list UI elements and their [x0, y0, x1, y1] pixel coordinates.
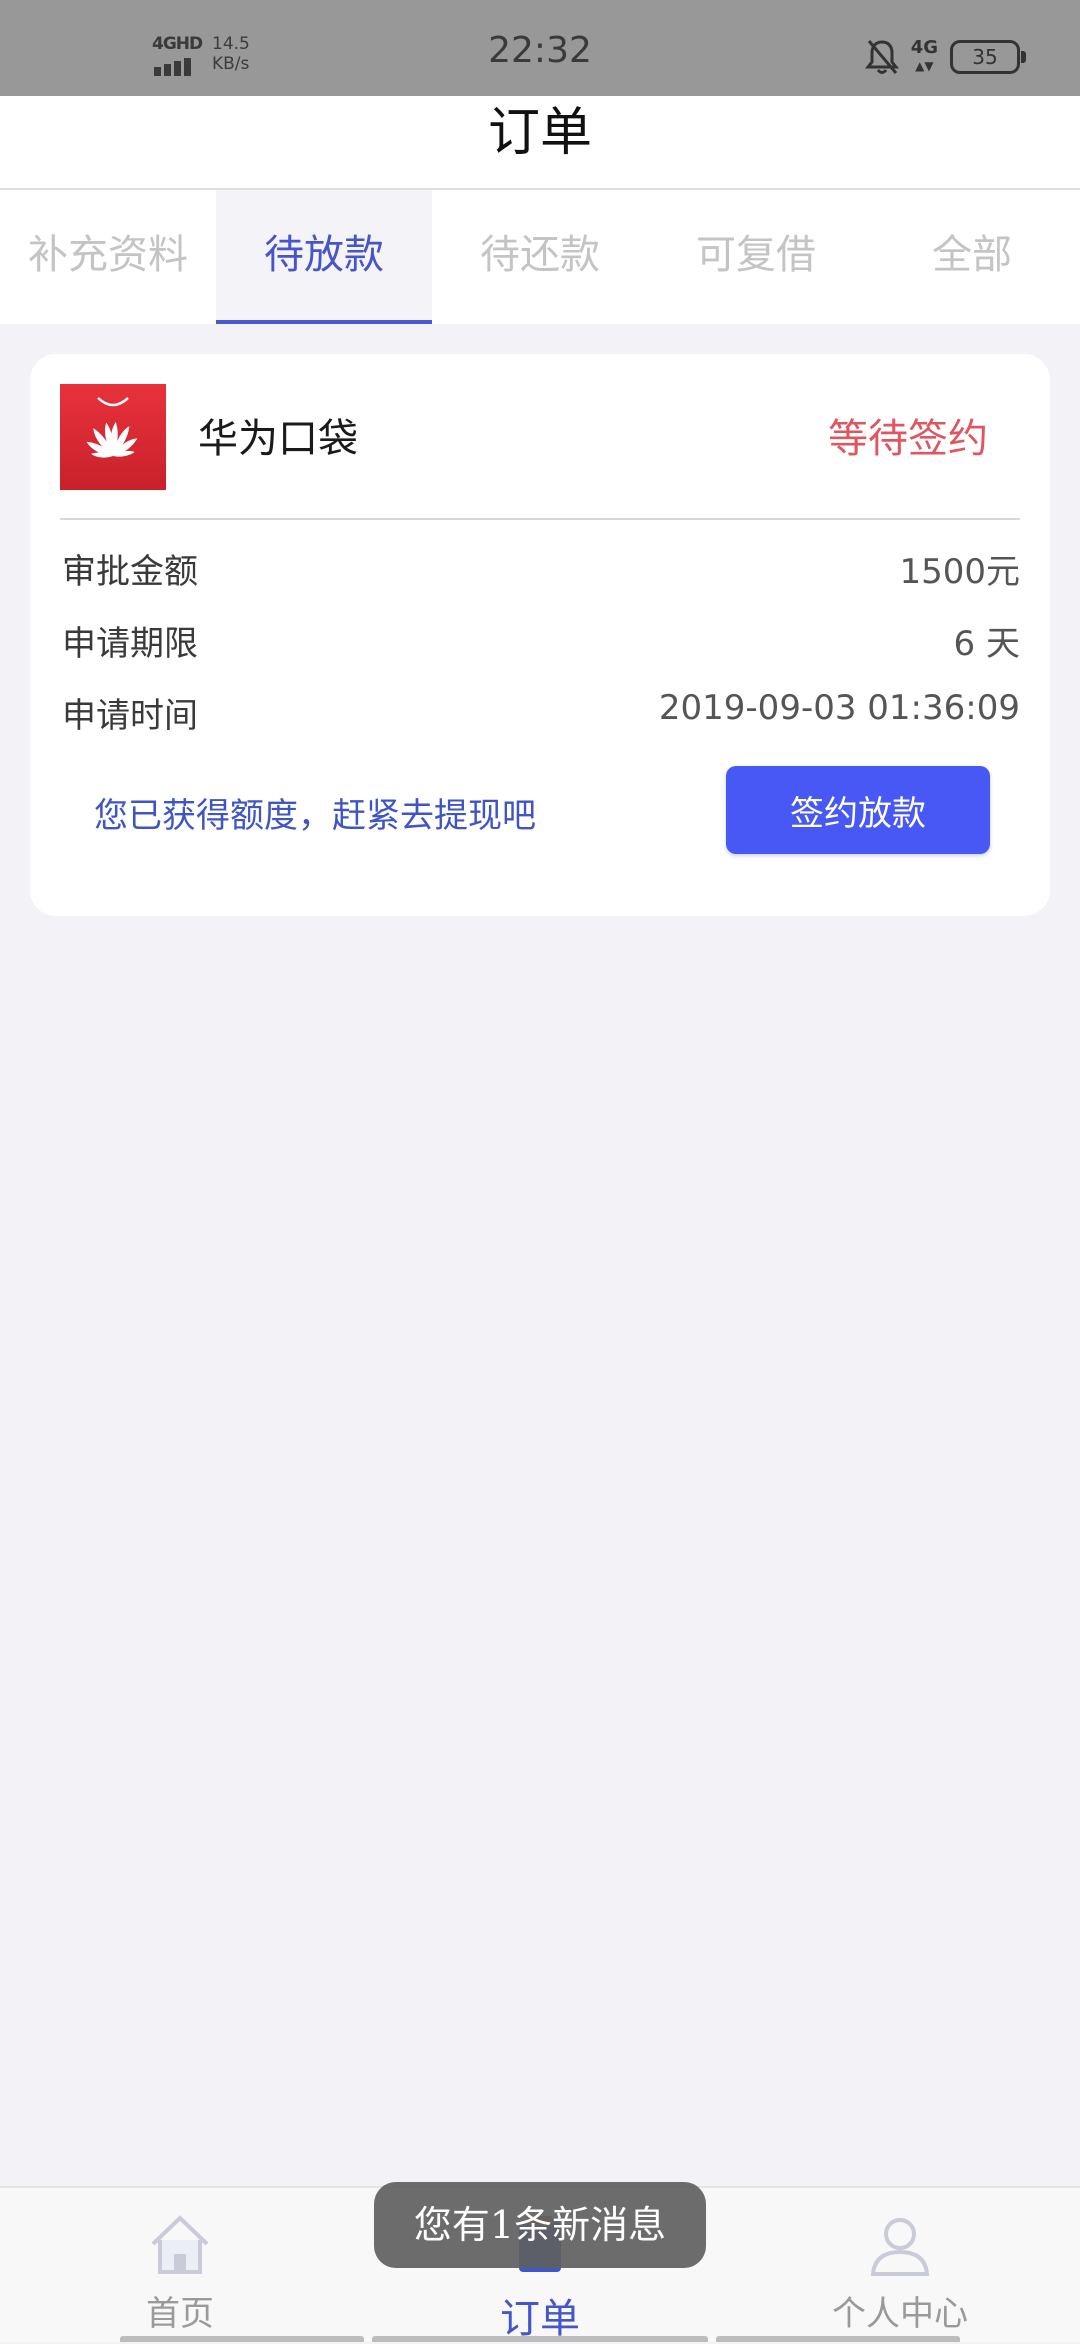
detail-value: 1500元	[899, 552, 1020, 592]
mobile-data-icon: 4G ▲▼	[910, 37, 938, 74]
order-card: 华为口袋 等待签约 审批金额 1500元 申请期限 6 天 申请时间 2019-…	[30, 354, 1050, 916]
tab-pending-repayment[interactable]: 待还款	[432, 190, 648, 324]
detail-row-time: 申请时间 2019-09-03 01:36:09	[62, 688, 1020, 738]
battery-icon: 35	[950, 40, 1026, 74]
huawei-logo-icon	[60, 384, 166, 490]
status-bar: 4GHD 14.5 KB/s 22:32 4G ▲▼ 35	[0, 0, 1080, 96]
nav-indicator-orders	[372, 2336, 708, 2342]
nav-label-profile: 个人中心	[832, 2294, 968, 2334]
detail-row-term: 申请期限 6 天	[62, 616, 1020, 666]
card-divider	[60, 518, 1020, 520]
bell-off-icon	[864, 40, 899, 74]
nav-item-profile[interactable]: 个人中心	[780, 2210, 1020, 2335]
tab-reborrow[interactable]: 可复借	[648, 190, 864, 324]
status-right: 4G ▲▼ 35	[864, 37, 1026, 76]
detail-label: 申请期限	[62, 624, 198, 664]
app-header: 订单	[0, 96, 1080, 190]
home-icon	[151, 2215, 209, 2274]
tab-pending-loan[interactable]: 待放款	[216, 190, 432, 324]
tab-all[interactable]: 全部	[864, 190, 1080, 324]
detail-value: 2019-09-03 01:36:09	[658, 688, 1020, 728]
user-icon	[870, 2218, 930, 2276]
nav-indicator-profile	[716, 2336, 960, 2342]
page-title: 订单	[487, 103, 592, 163]
order-status: 等待签约	[828, 416, 988, 462]
new-message-toast[interactable]: 您有1条新消息	[374, 2182, 706, 2268]
nav-item-home[interactable]: 首页	[60, 2210, 300, 2335]
promo-text: 您已获得额度，赶紧去提现吧	[94, 796, 536, 836]
nav-indicator-home	[120, 2336, 364, 2342]
sign-loan-button[interactable]: 签约放款	[726, 766, 990, 854]
order-tabs: 补充资料 待放款 待还款 可复借 全部	[0, 190, 1080, 324]
nav-label-home: 首页	[146, 2294, 214, 2334]
detail-label: 申请时间	[62, 696, 198, 736]
detail-row-amount: 审批金额 1500元	[62, 544, 1020, 594]
mobile-data-label: 4G	[910, 37, 938, 58]
app-name: 华为口袋	[198, 416, 358, 462]
detail-label: 审批金额	[62, 552, 198, 592]
detail-value: 6 天	[953, 624, 1020, 664]
tab-supplement-info[interactable]: 补充资料	[0, 190, 216, 324]
